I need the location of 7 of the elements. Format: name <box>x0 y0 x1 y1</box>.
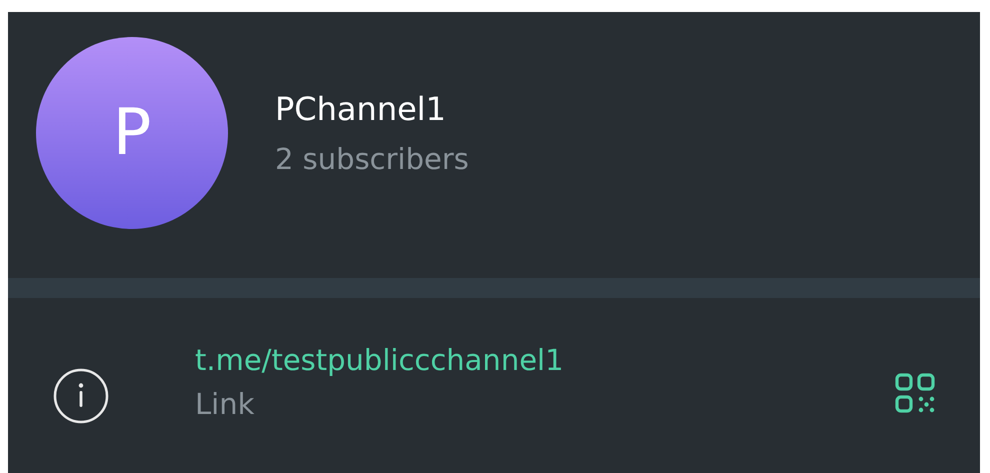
channel-name: PChannel1 <box>275 89 448 129</box>
subscriber-count: 2 subscribers <box>275 141 469 177</box>
link-label: Link <box>195 386 256 422</box>
qr-code-icon[interactable] <box>895 373 937 415</box>
channel-link[interactable]: t.me/testpubliccchannel1 <box>195 342 564 378</box>
channel-avatar: P <box>36 37 228 229</box>
info-icon <box>53 368 109 424</box>
